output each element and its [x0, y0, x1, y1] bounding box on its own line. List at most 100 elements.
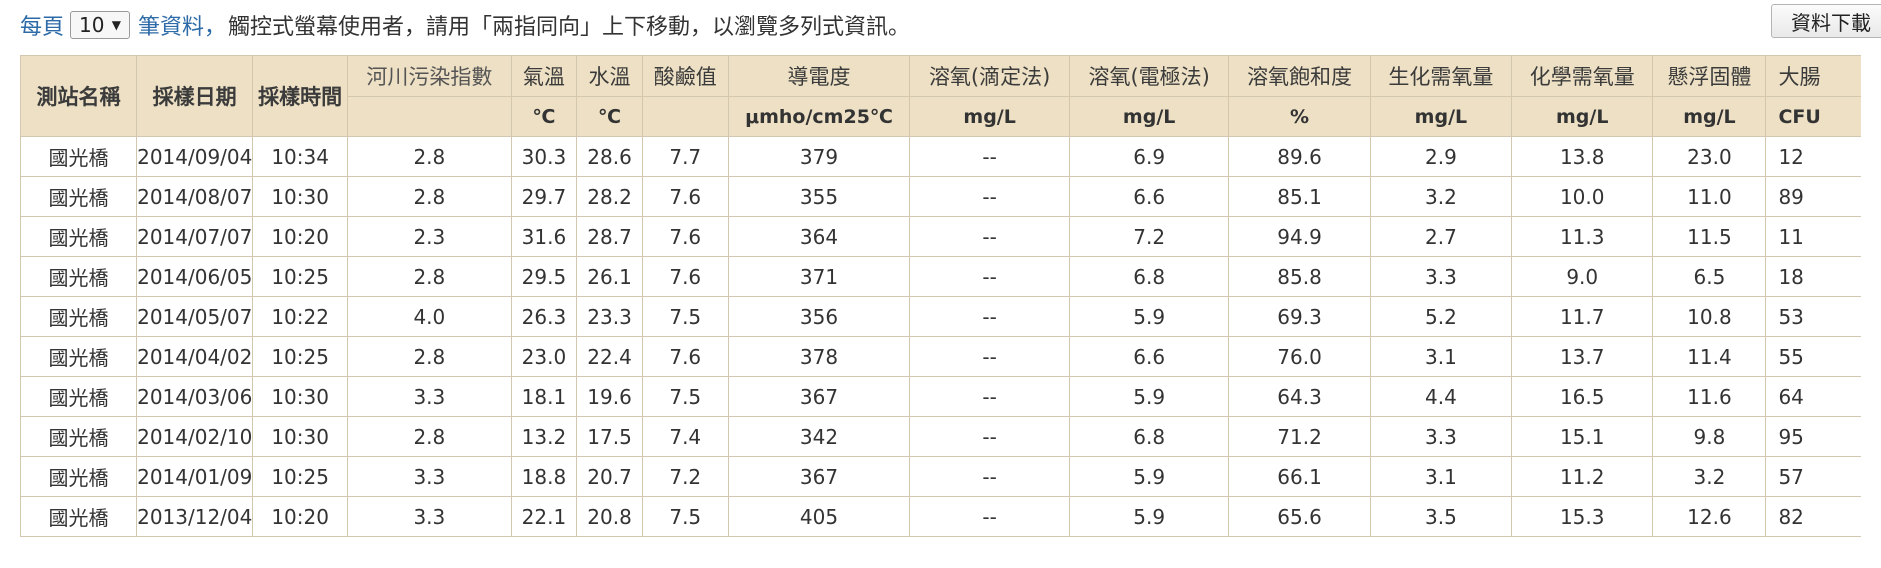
table-row: 國光橋 2014/09/04 10:34 2.8 30.3 28.6 7.7 379 -- 6.9…: [20, 136, 1861, 177]
unit-do-saturation: %: [1228, 96, 1371, 137]
table-row: 國光橋 2014/05/07 10:22 4.0 26.3 23.3 7.5 356 -- 5.9…: [20, 296, 1861, 337]
cell-do-electrode: 5.9: [1068, 296, 1230, 337]
cell-bod: 3.5: [1369, 496, 1513, 537]
header-cod[interactable]: 化學需氧量: [1511, 55, 1654, 97]
cell-ph: 7.4: [641, 416, 729, 457]
cell-air-temp: 29.5: [510, 256, 578, 297]
cell-bod: 2.7: [1369, 216, 1513, 257]
cell-date: 2014/05/07: [136, 296, 254, 337]
header-water-temp[interactable]: 水溫: [576, 55, 643, 97]
cell-do-titration: --: [909, 456, 1070, 497]
cell-date: 2014/02/10: [136, 416, 254, 457]
cell-do-titration: --: [909, 216, 1070, 257]
cell-ph: 7.5: [641, 296, 729, 337]
cell-do-saturation: 65.6: [1228, 496, 1371, 537]
unit-air-temp: ℃: [510, 96, 578, 137]
cell-air-temp: 22.1: [510, 496, 578, 537]
cell-time: 10:30: [252, 176, 349, 217]
table-row: 國光橋 2014/07/07 10:20 2.3 31.6 28.7 7.6 364 -- 7.2…: [20, 216, 1861, 257]
header-ph[interactable]: 酸鹼值: [641, 55, 729, 97]
header-date[interactable]: 採樣日期: [136, 55, 254, 137]
cell-air-temp: 18.8: [510, 456, 578, 497]
cell-do-titration: --: [909, 176, 1070, 217]
cell-coliform: 18: [1765, 256, 1861, 297]
unit-ph: [641, 96, 729, 137]
cell-time: 10:25: [252, 456, 349, 497]
header-conductivity[interactable]: 導電度: [727, 55, 911, 97]
download-data-button[interactable]: 資料下載: [1771, 4, 1881, 38]
cell-do-saturation: 64.3: [1228, 376, 1371, 417]
cell-cod: 10.0: [1511, 176, 1654, 217]
cell-ss: 9.8: [1652, 416, 1767, 457]
cell-date: 2014/01/09: [136, 456, 254, 497]
cell-ph: 7.6: [641, 176, 729, 217]
cell-do-electrode: 6.9: [1068, 136, 1230, 177]
cell-ss: 10.8: [1652, 296, 1767, 337]
cell-rpi: 3.3: [347, 376, 512, 417]
unit-cod: mg/L: [1511, 96, 1654, 137]
per-page-label: 每頁: [20, 15, 65, 40]
cell-conductivity: 367: [727, 456, 911, 497]
header-do-saturation[interactable]: 溶氧飽和度: [1228, 55, 1371, 97]
cell-ph: 7.6: [641, 216, 729, 257]
table-row: 國光橋 2014/01/09 10:25 3.3 18.8 20.7 7.2 367 -- 5.9…: [20, 456, 1861, 497]
page-size-value: 10: [79, 13, 105, 37]
cell-ss: 11.5: [1652, 216, 1767, 257]
unit-coliform: CFU: [1765, 96, 1861, 137]
header-do-electrode[interactable]: 溶氧(電極法): [1068, 55, 1230, 97]
cell-do-electrode: 5.9: [1068, 456, 1230, 497]
cell-conductivity: 355: [727, 176, 911, 217]
cell-do-saturation: 69.3: [1228, 296, 1371, 337]
cell-rpi: 2.8: [347, 416, 512, 457]
unit-water-temp: ℃: [576, 96, 643, 137]
cell-rpi: 3.3: [347, 456, 512, 497]
header-station[interactable]: 測站名稱: [20, 55, 138, 137]
table-row: 國光橋 2014/06/05 10:25 2.8 29.5 26.1 7.6 371 -- 6.8…: [20, 256, 1861, 297]
cell-cod: 13.7: [1511, 336, 1654, 377]
cell-date: 2014/06/05: [136, 256, 254, 297]
cell-conductivity: 356: [727, 296, 911, 337]
unit-bod: mg/L: [1369, 96, 1513, 137]
unit-ss: mg/L: [1652, 96, 1767, 137]
cell-do-titration: --: [909, 496, 1070, 537]
cell-ph: 7.6: [641, 256, 729, 297]
cell-ph: 7.2: [641, 456, 729, 497]
cell-bod: 3.2: [1369, 176, 1513, 217]
header-rpi[interactable]: 河川污染指數: [347, 55, 512, 97]
cell-rpi: 2.8: [347, 136, 512, 177]
cell-do-electrode: 5.9: [1068, 376, 1230, 417]
cell-time: 10:22: [252, 296, 349, 337]
cell-air-temp: 30.3: [510, 136, 578, 177]
cell-conductivity: 379: [727, 136, 911, 177]
header-ss[interactable]: 懸浮固體: [1652, 55, 1767, 97]
cell-conductivity: 367: [727, 376, 911, 417]
cell-date: 2013/12/04: [136, 496, 254, 537]
cell-water-temp: 28.6: [576, 136, 643, 177]
cell-date: 2014/04/02: [136, 336, 254, 377]
cell-time: 10:25: [252, 336, 349, 377]
cell-date: 2014/09/04: [136, 136, 254, 177]
cell-ph: 7.5: [641, 496, 729, 537]
cell-time: 10:30: [252, 376, 349, 417]
page-size-select[interactable]: 10 ▼: [70, 11, 131, 39]
cell-air-temp: 13.2: [510, 416, 578, 457]
header-coliform[interactable]: 大腸: [1765, 55, 1861, 97]
cell-bod: 3.1: [1369, 456, 1513, 497]
cell-conductivity: 342: [727, 416, 911, 457]
cell-cod: 11.3: [1511, 216, 1654, 257]
cell-ph: 7.5: [641, 376, 729, 417]
cell-cod: 9.0: [1511, 256, 1654, 297]
cell-water-temp: 23.3: [576, 296, 643, 337]
cell-coliform: 64: [1765, 376, 1861, 417]
cell-cod: 15.3: [1511, 496, 1654, 537]
cell-cod: 16.5: [1511, 376, 1654, 417]
cell-water-temp: 28.7: [576, 216, 643, 257]
header-air-temp[interactable]: 氣溫: [510, 55, 578, 97]
header-bod[interactable]: 生化需氧量: [1369, 55, 1513, 97]
header-do-titration[interactable]: 溶氧(滴定法): [909, 55, 1070, 97]
cell-do-electrode: 6.6: [1068, 336, 1230, 377]
table-row: 國光橋 2014/02/10 10:30 2.8 13.2 17.5 7.4 342 -- 6.8…: [20, 416, 1861, 457]
header-time[interactable]: 採樣時間: [252, 55, 349, 137]
pagination-bar: 每頁 10 ▼ 筆資料， 觸控式螢幕使用者，請用「兩指同向」上下移動，以瀏覽多列…: [20, 10, 910, 40]
cell-do-saturation: 66.1: [1228, 456, 1371, 497]
